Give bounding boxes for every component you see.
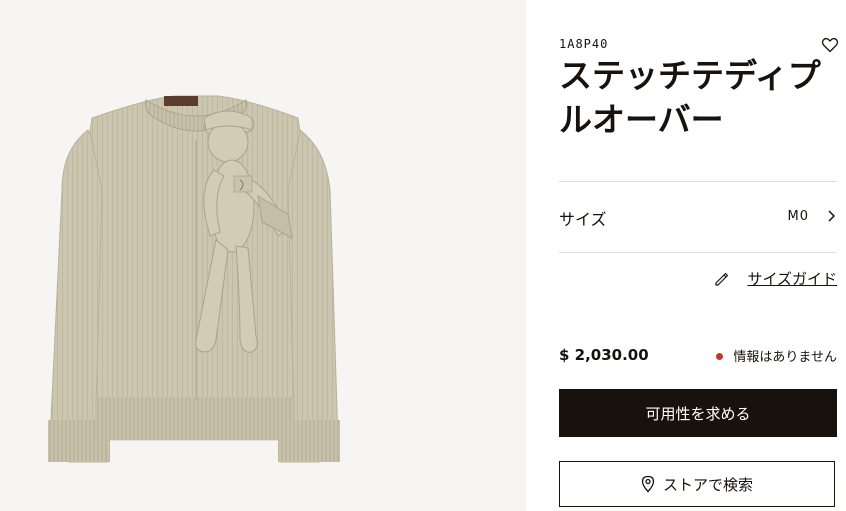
- size-label: サイズ: [559, 210, 607, 229]
- product-image-pane[interactable]: [0, 0, 526, 511]
- ruler-pencil-icon: [715, 272, 729, 286]
- product-sku: 1A8P40: [559, 37, 609, 51]
- wishlist-button[interactable]: [821, 36, 839, 54]
- product-price: $ 2,030.00: [559, 346, 649, 364]
- divider: [559, 252, 837, 253]
- divider: [559, 181, 837, 182]
- stock-status: 情報はありません: [716, 346, 837, 365]
- stock-status-dot: [716, 353, 724, 360]
- size-guide-link[interactable]: サイズガイド: [747, 268, 837, 289]
- product-title: ステッチテディプルオーバー: [559, 56, 821, 139]
- size-value: M0: [787, 209, 809, 224]
- find-in-store-label: ストアで検索: [662, 475, 753, 494]
- find-in-store-button[interactable]: ストアで検索: [559, 461, 835, 507]
- stock-status-text: 情報はありません: [733, 350, 837, 365]
- request-availability-button[interactable]: 可用性を求める: [559, 389, 837, 437]
- chevron-right-icon: [828, 210, 836, 222]
- product-image: [48, 95, 340, 463]
- product-info-panel: 1A8P40 ステッチテディプルオーバー サイズ M0 サイズガイド $ 2,0…: [559, 0, 839, 511]
- location-pin-icon: [641, 475, 655, 493]
- heart-icon: [821, 37, 839, 53]
- size-selector[interactable]: サイズ M0: [559, 195, 837, 239]
